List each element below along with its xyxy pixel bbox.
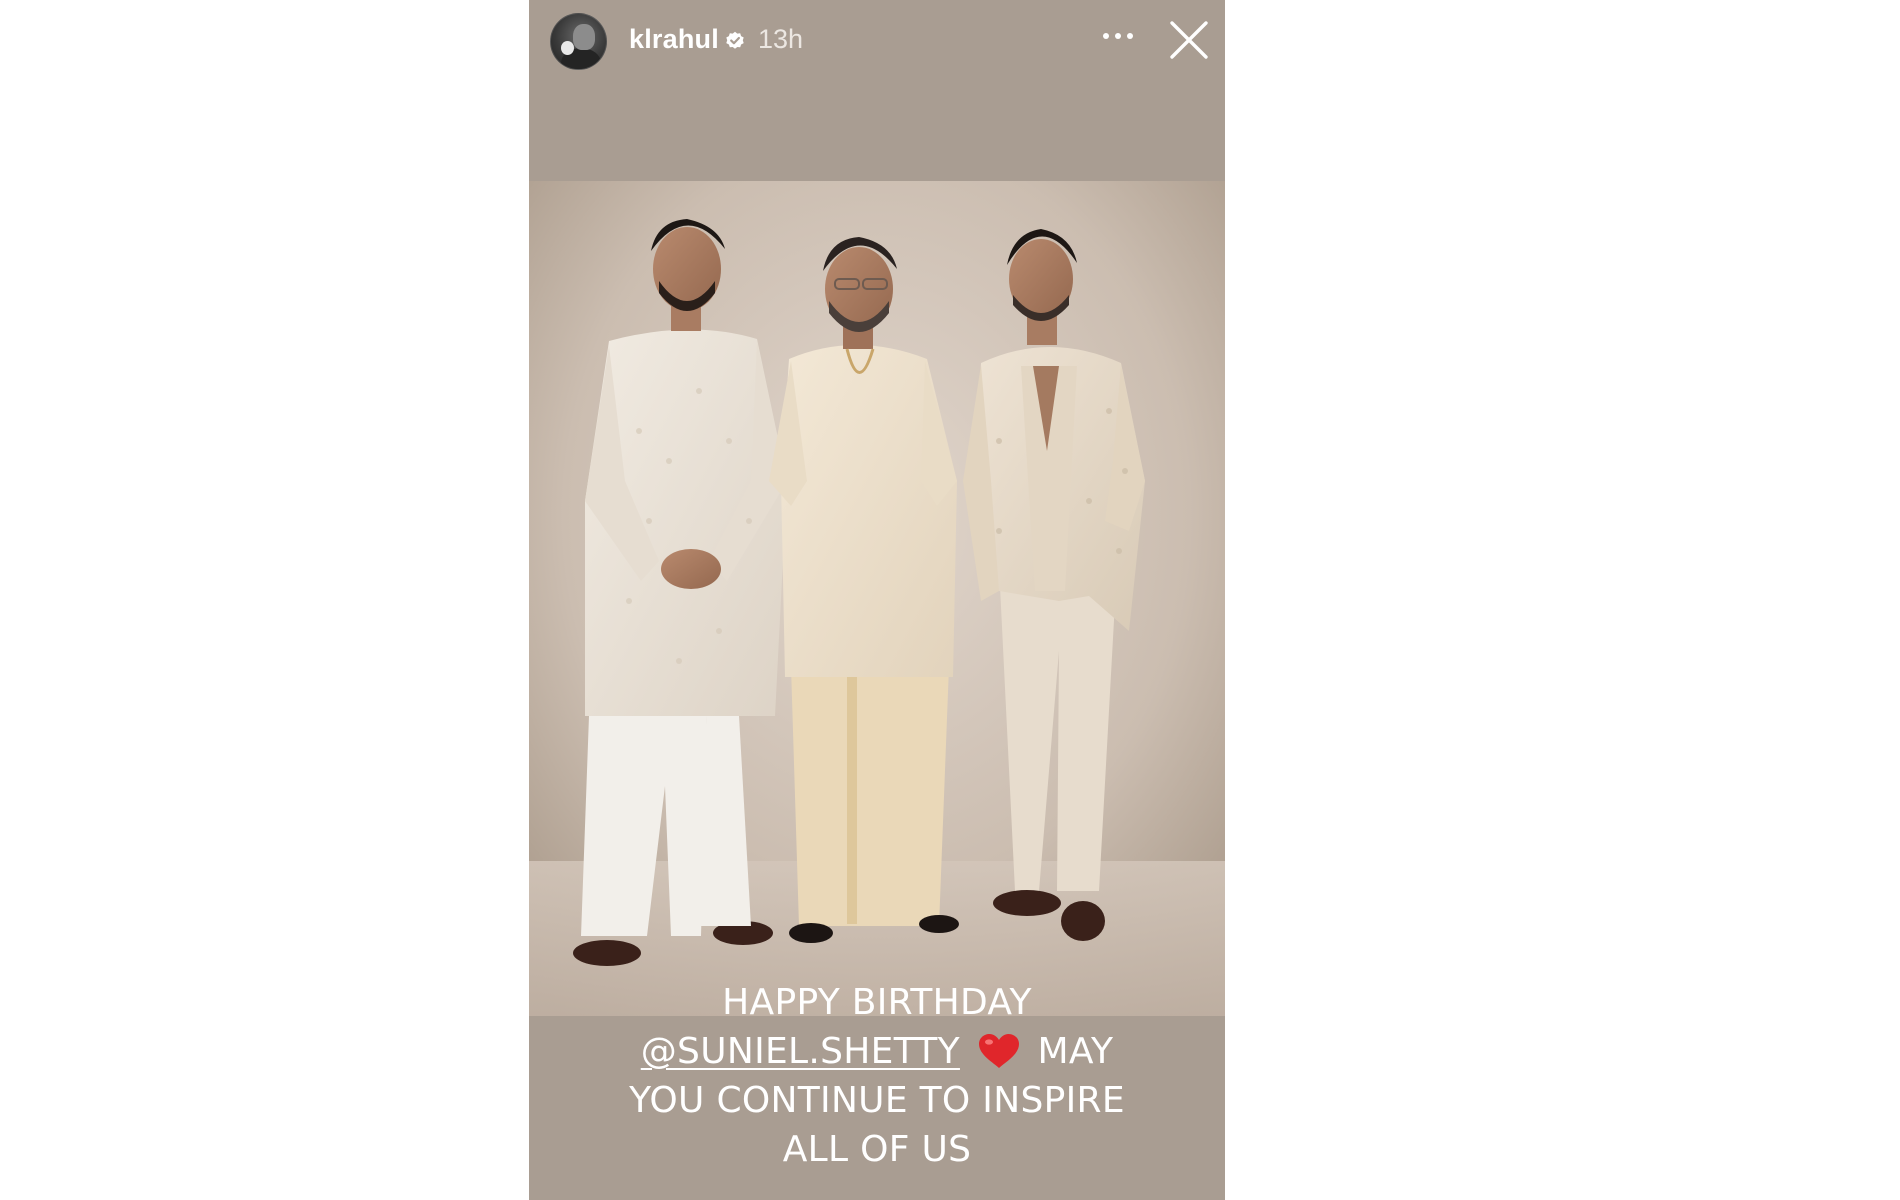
avatar-hand-shape [561,41,574,55]
more-options-icon[interactable] [1101,28,1135,44]
caption-word-may: MAY [1037,1031,1114,1072]
profile-avatar[interactable] [550,13,607,70]
story-photo [529,181,1225,1016]
post-timestamp: 13h [758,24,804,54]
username[interactable]: klrahul [629,24,719,55]
close-icon[interactable] [1169,20,1209,60]
caption-line-4: ALL OF US [782,1129,972,1170]
story-caption: HAPPY BIRTHDAY @SUNIEL.SHETTY MAY YOU CO… [529,978,1225,1174]
verified-badge-icon [726,31,744,49]
story-header: klrahul 13h [529,0,1225,82]
caption-line-3: YOU CONTINUE TO INSPIRE [629,1080,1125,1121]
caption-line-2: @SUNIEL.SHETTY MAY [529,1027,1225,1076]
mention-link[interactable]: @SUNIEL.SHETTY [641,1031,960,1072]
instagram-story[interactable]: klrahul 13h HAPPY BIRTHDAY @SUNIEL.SHETT… [529,0,1225,1200]
caption-line-1: HAPPY BIRTHDAY [722,982,1032,1023]
photo-illustration [529,181,1225,1016]
avatar-face-shape [573,24,595,50]
red-heart-emoji [978,1034,1019,1068]
